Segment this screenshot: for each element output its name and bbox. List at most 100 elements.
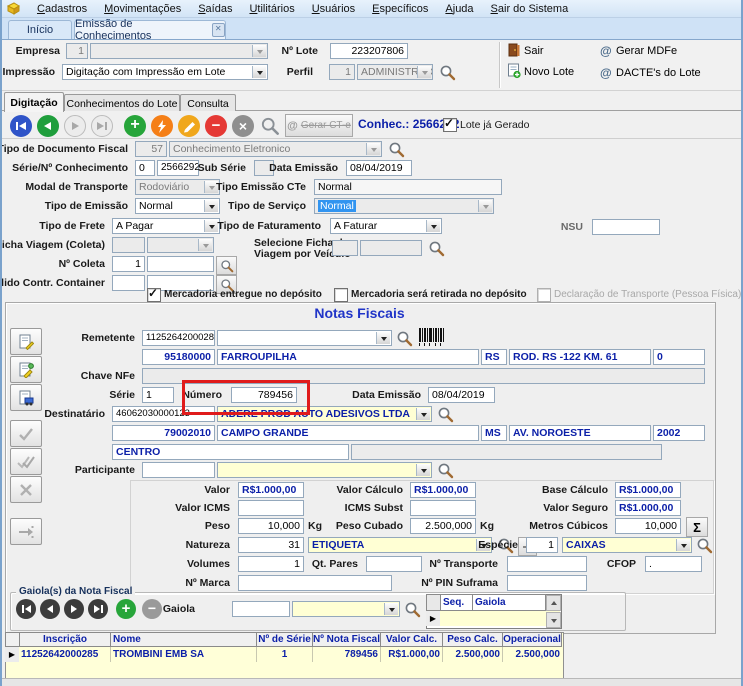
participante-search-icon[interactable] [437,462,454,479]
mercadoria-retirada-checkbox[interactable] [334,288,348,302]
grid-header-n-nota-fiscal[interactable]: Nº Nota Fiscal [312,632,380,647]
gaiola-remove-button[interactable]: − [142,599,162,619]
empresa-combo[interactable] [90,43,268,59]
numero-conhecimento-field[interactable]: 2566292 [157,160,199,176]
valor-calculo-field[interactable]: R$1.000,00 [410,482,476,498]
cfop-field[interactable]: . [645,556,702,572]
marca-field[interactable] [238,575,392,591]
destinatario-search-icon[interactable] [437,406,454,423]
metros-cubicos-field[interactable]: 10,000 [615,518,681,534]
tipo-emissao-cte-field[interactable]: Normal [314,179,502,195]
gerar-cte-button[interactable]: @ Gerar CT-e [285,114,353,137]
chevron-down-icon[interactable] [204,220,218,232]
door-exit-icon[interactable] [508,43,520,57]
perfil-search-icon[interactable] [439,64,456,81]
peso-field[interactable]: 10,000 [238,518,304,534]
chevron-down-icon[interactable] [366,143,380,155]
menu-cadastros[interactable]: Cadastros [37,3,87,15]
impressao-combo[interactable]: Digitação com Impressão em Lote [62,64,268,80]
qt-pares-field[interactable] [366,556,422,572]
previous-record-button[interactable] [37,115,59,137]
grid-header-nome[interactable]: Nome [110,632,256,647]
volumes-field[interactable]: 1 [238,556,304,572]
destinatario-combo[interactable]: ADERE PROD AUTO ADESIVOS LTDA [217,406,432,422]
coleta-search-button[interactable] [216,256,237,275]
participante-combo[interactable] [217,462,432,478]
menu-especificos[interactable]: Específicos [372,3,428,15]
lote-field[interactable]: 223207806 [330,43,408,59]
gaiola-next-button[interactable] [64,599,84,619]
remetente-inscricao-field[interactable]: 11252642000285 [142,330,215,346]
editar-nota-button[interactable] [10,356,42,383]
menu-ajuda[interactable]: Ajuda [445,3,473,15]
grid-cell-inscricao[interactable]: 11252642000285 [19,647,110,662]
grid-cell-n-serie[interactable]: 1 [256,647,312,662]
remetente-search-icon[interactable] [396,330,413,347]
chave-nfe-field[interactable] [142,368,705,384]
valor-seguro-field[interactable]: R$1.000,00 [615,500,681,516]
edit-record-button[interactable] [178,115,200,137]
delete-record-button[interactable]: − [205,115,227,137]
chevron-down-icon[interactable] [478,200,492,212]
tab-inicio[interactable]: Início [8,20,72,39]
first-record-button[interactable] [10,115,32,137]
transferir-nota-button[interactable] [10,518,42,545]
tipo-servico-combo[interactable]: Normal [314,198,494,214]
tab-emissao-de-conhecimentos[interactable]: Emissão de Conhecimentos ✕ [74,20,226,39]
nf-numero-field[interactable]: 789456 [231,387,297,403]
next-record-button[interactable] [64,115,86,137]
chevron-down-icon[interactable] [417,66,431,78]
menu-utilitarios[interactable]: Utilitários [249,3,294,15]
ficha-viagem-num-field[interactable] [112,237,145,253]
grid-cell-valor-calc[interactable]: R$1.000,00 [380,647,442,662]
menu-usuarios[interactable]: Usuários [312,3,355,15]
grid-header-valor-calc[interactable]: Valor Calc. [380,632,442,647]
transporte-field[interactable] [507,556,587,572]
search-record-icon[interactable] [260,116,280,136]
cancel-record-button[interactable]: × [232,115,254,137]
grid-header-peso-calc[interactable]: Peso Calc. [442,632,502,647]
barcode-icon[interactable] [419,328,447,346]
modal-transporte-combo[interactable]: Rodoviário [135,179,220,195]
gaiola-first-button[interactable] [16,599,36,619]
ficha-veiculo-num-field[interactable] [332,240,358,256]
add-record-button[interactable]: + [124,115,146,137]
sair-button[interactable]: Sair [524,45,544,57]
menu-movimentacoes[interactable]: Movimentações [104,3,181,15]
coleta-num-field[interactable]: 1 [112,256,145,272]
ficha-veiculo-search-icon[interactable] [428,240,445,257]
grid-header-inscricao[interactable]: Inscrição [19,632,110,647]
tab-digitacao[interactable]: Digitação [4,92,64,112]
chevron-down-icon[interactable] [252,66,266,78]
coleta-field[interactable] [147,256,214,272]
gaiola-num-field[interactable] [232,601,290,617]
destinatario-inscricao-field[interactable]: 46062030000123 [112,406,215,422]
peso-cubado-field[interactable]: 2.500,000 [410,518,476,534]
chevron-down-icon[interactable] [384,603,398,615]
icms-subst-field[interactable] [410,500,476,516]
nf-data-emissao-field[interactable]: 08/04/2019 [428,387,495,403]
chevron-down-icon[interactable] [376,332,390,344]
declaracao-transporte-checkbox[interactable] [537,288,551,302]
especie-num-field[interactable]: 1 [526,537,558,553]
gaiola-search-icon[interactable] [404,601,421,618]
tab-consulta[interactable]: Consulta [180,94,236,112]
gaiola-scroll-up-button[interactable] [546,595,561,611]
grid-cell-nome[interactable]: TROMBINI EMB SA [110,647,256,662]
menu-sair-do-sistema[interactable]: Sair do Sistema [491,3,569,15]
valor-icms-field[interactable] [238,500,304,516]
ficha-viagem-combo[interactable] [147,237,214,253]
tipo-faturamento-combo[interactable]: A Faturar [330,218,442,234]
grid-cell-peso-calc[interactable]: 2.500,000 [442,647,502,662]
gaiola-last-button[interactable] [88,599,108,619]
data-emissao-field[interactable]: 08/04/2019 [346,160,412,176]
valor-field[interactable]: R$1.000,00 [238,482,304,498]
close-tab-icon[interactable]: ✕ [212,23,225,37]
confirmar-nota-button[interactable] [10,420,42,447]
perfil-number-field[interactable]: 1 [329,64,355,80]
pin-suframa-field[interactable] [507,575,587,591]
grid-cell-operacional[interactable]: 2.500,000 [502,647,562,662]
empresa-number-field[interactable]: 1 [66,43,88,59]
tipo-documento-num-field[interactable]: 57 [135,141,167,157]
last-record-button[interactable] [91,115,113,137]
